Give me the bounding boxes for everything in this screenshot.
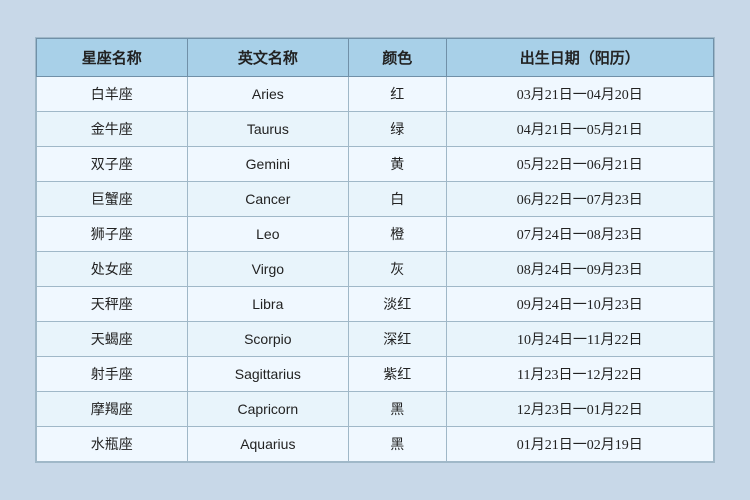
table-row: 天秤座Libra淡红09月24日一10月23日: [37, 287, 714, 322]
cell-english-name: Gemini: [187, 147, 348, 182]
cell-chinese-name: 摩羯座: [37, 392, 188, 427]
table-row: 摩羯座Capricorn黑12月23日一01月22日: [37, 392, 714, 427]
cell-color: 紫红: [349, 357, 446, 392]
cell-english-name: Scorpio: [187, 322, 348, 357]
cell-english-name: Virgo: [187, 252, 348, 287]
cell-chinese-name: 射手座: [37, 357, 188, 392]
cell-english-name: Cancer: [187, 182, 348, 217]
cell-english-name: Leo: [187, 217, 348, 252]
cell-birth-dates: 09月24日一10月23日: [446, 287, 713, 322]
cell-color: 绿: [349, 112, 446, 147]
table-row: 水瓶座Aquarius黑01月21日一02月19日: [37, 427, 714, 462]
cell-birth-dates: 01月21日一02月19日: [446, 427, 713, 462]
cell-birth-dates: 11月23日一12月22日: [446, 357, 713, 392]
cell-chinese-name: 狮子座: [37, 217, 188, 252]
header-birth-date: 出生日期（阳历）: [446, 39, 713, 77]
cell-birth-dates: 07月24日一08月23日: [446, 217, 713, 252]
cell-english-name: Aquarius: [187, 427, 348, 462]
cell-english-name: Sagittarius: [187, 357, 348, 392]
table-row: 白羊座Aries红03月21日一04月20日: [37, 77, 714, 112]
cell-birth-dates: 05月22日一06月21日: [446, 147, 713, 182]
header-english-name: 英文名称: [187, 39, 348, 77]
cell-english-name: Libra: [187, 287, 348, 322]
cell-color: 深红: [349, 322, 446, 357]
cell-color: 淡红: [349, 287, 446, 322]
table-row: 巨蟹座Cancer白06月22日一07月23日: [37, 182, 714, 217]
cell-birth-dates: 08月24日一09月23日: [446, 252, 713, 287]
table-row: 双子座Gemini黄05月22日一06月21日: [37, 147, 714, 182]
header-chinese-name: 星座名称: [37, 39, 188, 77]
cell-chinese-name: 天蝎座: [37, 322, 188, 357]
cell-english-name: Capricorn: [187, 392, 348, 427]
cell-english-name: Taurus: [187, 112, 348, 147]
cell-english-name: Aries: [187, 77, 348, 112]
header-color: 颜色: [349, 39, 446, 77]
cell-color: 红: [349, 77, 446, 112]
table-row: 处女座Virgo灰08月24日一09月23日: [37, 252, 714, 287]
table-body: 白羊座Aries红03月21日一04月20日金牛座Taurus绿04月21日一0…: [37, 77, 714, 462]
cell-birth-dates: 12月23日一01月22日: [446, 392, 713, 427]
cell-birth-dates: 10月24日一11月22日: [446, 322, 713, 357]
cell-chinese-name: 处女座: [37, 252, 188, 287]
zodiac-table: 星座名称 英文名称 颜色 出生日期（阳历） 白羊座Aries红03月21日一04…: [36, 38, 714, 462]
cell-color: 白: [349, 182, 446, 217]
cell-chinese-name: 天秤座: [37, 287, 188, 322]
cell-chinese-name: 巨蟹座: [37, 182, 188, 217]
table-row: 天蝎座Scorpio深红10月24日一11月22日: [37, 322, 714, 357]
table-row: 金牛座Taurus绿04月21日一05月21日: [37, 112, 714, 147]
cell-chinese-name: 双子座: [37, 147, 188, 182]
cell-color: 橙: [349, 217, 446, 252]
table-header-row: 星座名称 英文名称 颜色 出生日期（阳历）: [37, 39, 714, 77]
cell-color: 黄: [349, 147, 446, 182]
cell-color: 黑: [349, 392, 446, 427]
cell-chinese-name: 白羊座: [37, 77, 188, 112]
table-row: 狮子座Leo橙07月24日一08月23日: [37, 217, 714, 252]
cell-birth-dates: 03月21日一04月20日: [446, 77, 713, 112]
cell-birth-dates: 04月21日一05月21日: [446, 112, 713, 147]
cell-chinese-name: 金牛座: [37, 112, 188, 147]
cell-color: 灰: [349, 252, 446, 287]
zodiac-table-container: 星座名称 英文名称 颜色 出生日期（阳历） 白羊座Aries红03月21日一04…: [35, 37, 715, 463]
cell-color: 黑: [349, 427, 446, 462]
cell-birth-dates: 06月22日一07月23日: [446, 182, 713, 217]
cell-chinese-name: 水瓶座: [37, 427, 188, 462]
table-row: 射手座Sagittarius紫红11月23日一12月22日: [37, 357, 714, 392]
